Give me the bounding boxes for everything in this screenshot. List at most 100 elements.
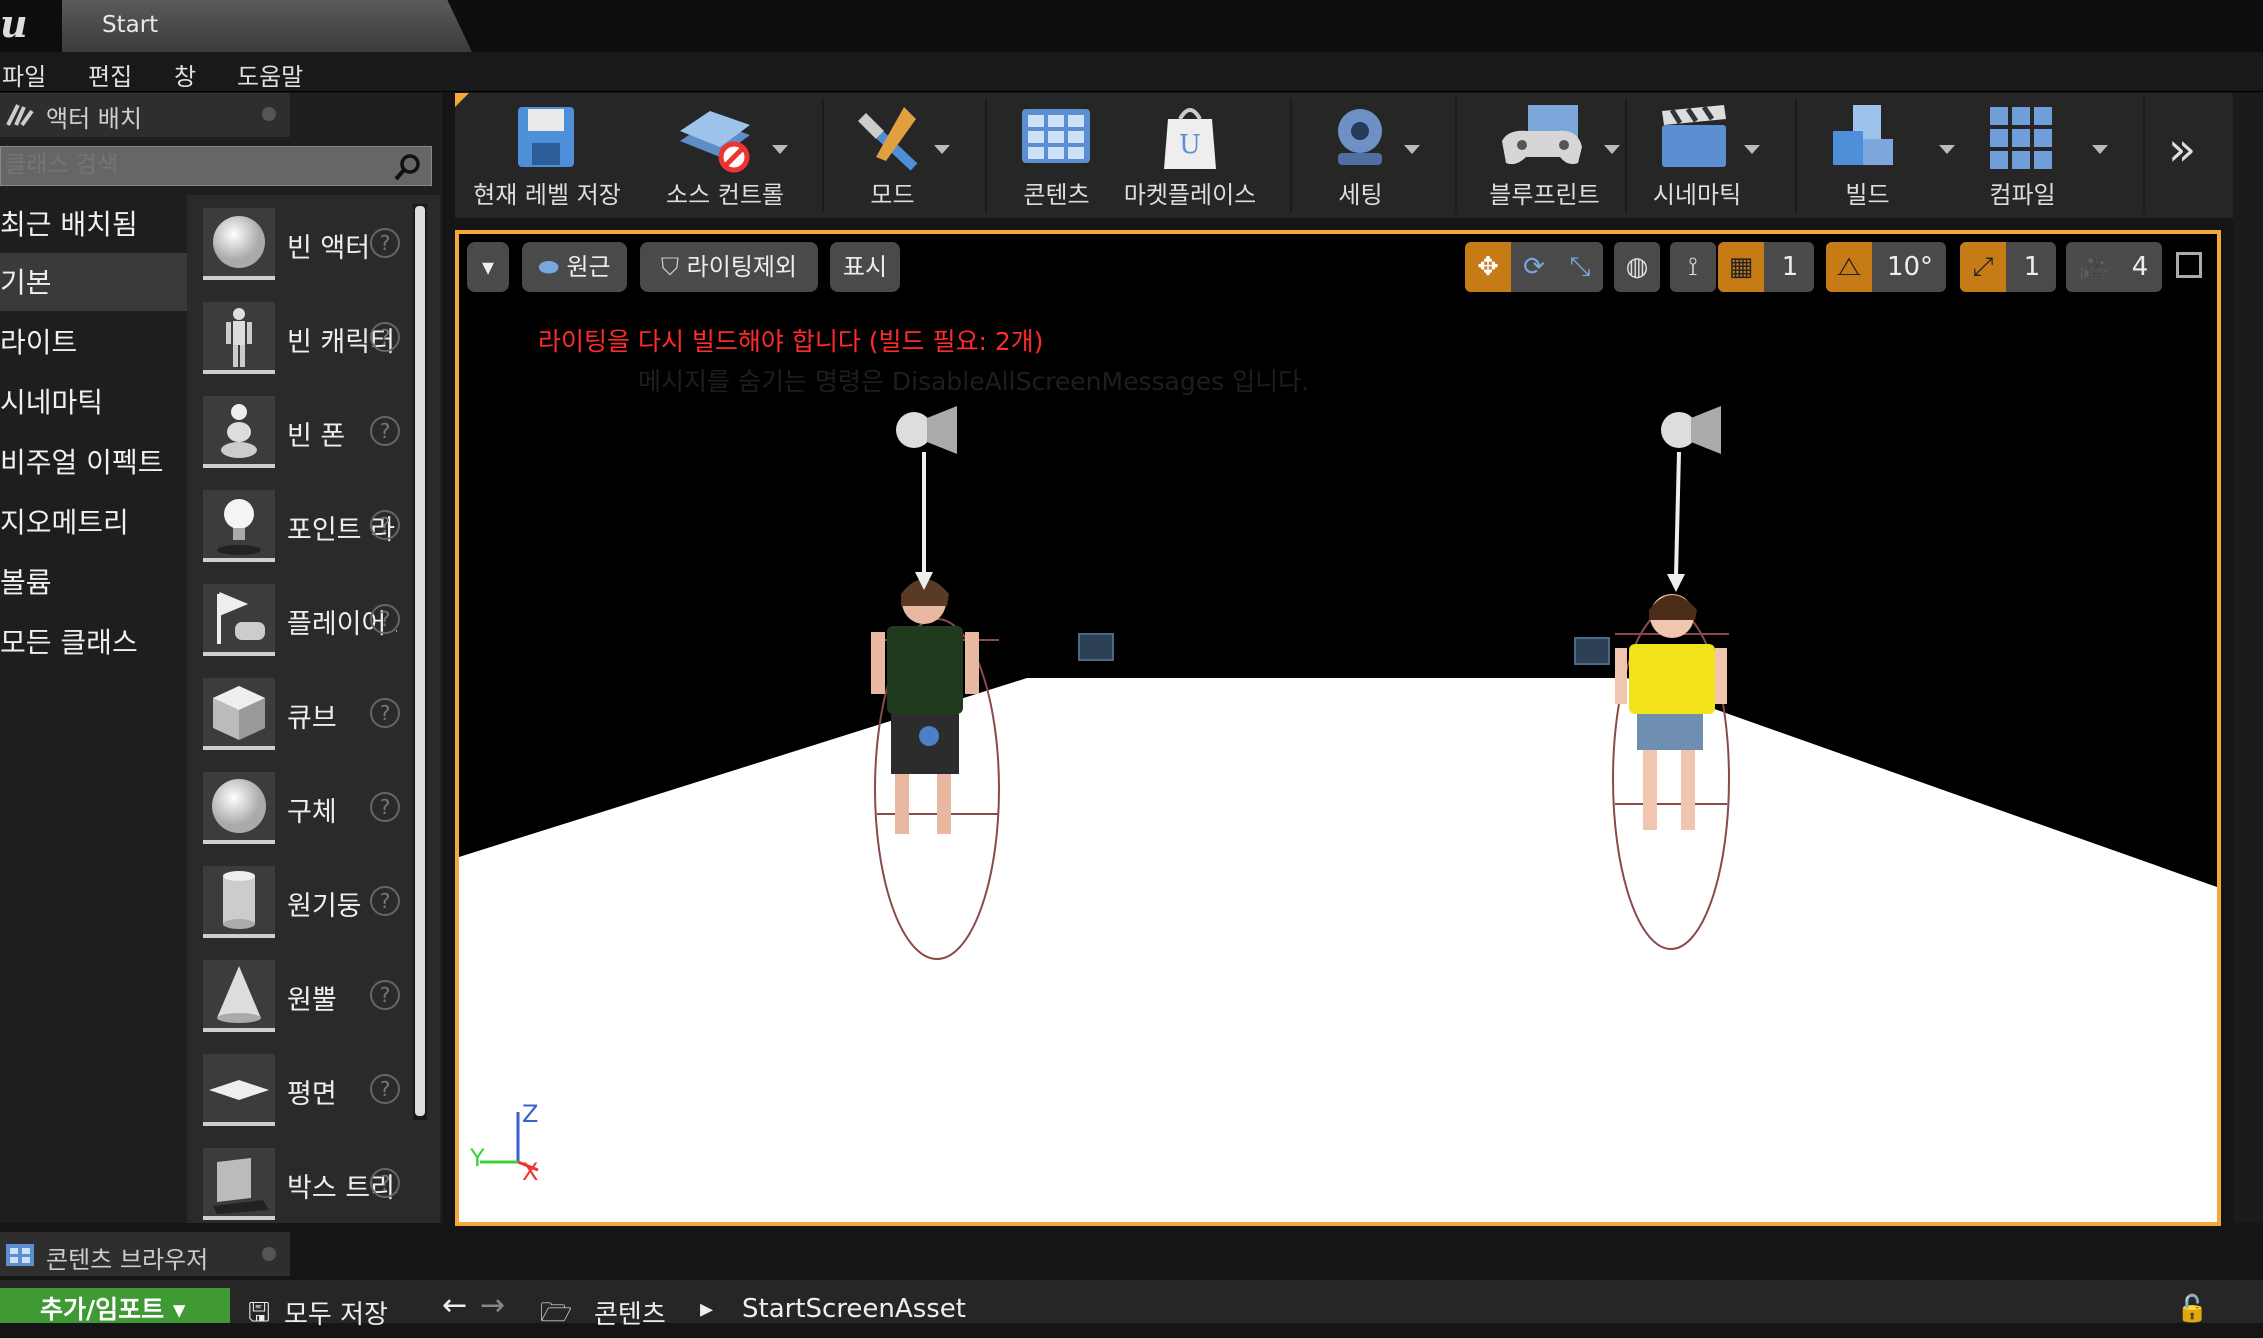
actor-item-empty-pawn[interactable]: 빈 폰 ? bbox=[203, 396, 433, 474]
chevron-down-icon[interactable] bbox=[1744, 145, 1760, 154]
lock-icon[interactable]: 🔓 bbox=[2176, 1294, 2208, 1324]
help-icon[interactable]: ? bbox=[370, 886, 400, 916]
save-level-button[interactable]: 현재 레벨 저장 bbox=[462, 93, 632, 218]
breadcrumb-content[interactable]: 콘텐츠 bbox=[594, 1294, 666, 1331]
menu-edit[interactable]: 편집 bbox=[88, 57, 132, 92]
chevron-down-icon[interactable] bbox=[772, 145, 788, 154]
chevron-down-icon[interactable] bbox=[2092, 145, 2108, 154]
build-button[interactable]: 빌드 bbox=[1805, 93, 1955, 218]
actor-item-point-light[interactable]: 포인트 라이트 ? bbox=[203, 490, 433, 568]
category-cinematic[interactable]: 시네마틱 bbox=[0, 373, 187, 431]
help-icon[interactable]: ? bbox=[370, 322, 400, 352]
class-search[interactable] bbox=[0, 146, 432, 186]
toolbar-separator bbox=[1455, 98, 1457, 213]
help-icon[interactable]: ? bbox=[370, 510, 400, 540]
unreal-logo-icon[interactable]: u bbox=[0, 2, 34, 46]
place-actors-tab[interactable]: 액터 배치 bbox=[0, 93, 290, 137]
menu-file[interactable]: 파일 bbox=[2, 57, 46, 92]
toolbar-more-button[interactable]: » bbox=[2168, 122, 2196, 176]
category-geometry[interactable]: 지오메트리 bbox=[0, 493, 187, 551]
maximize-viewport-icon[interactable] bbox=[2176, 252, 2202, 278]
save-all-button[interactable]: 모두 저장 bbox=[284, 1294, 388, 1331]
surface-snap-icon[interactable]: ⟟ bbox=[1670, 242, 1716, 292]
blueprint-icon bbox=[1502, 105, 1582, 165]
category-basic[interactable]: 기본 bbox=[0, 253, 187, 311]
help-icon[interactable]: ? bbox=[370, 1074, 400, 1104]
scale-tool-icon[interactable]: ⤡ bbox=[1557, 242, 1603, 292]
scale-snap-icon[interactable]: ⤢ bbox=[1960, 242, 2006, 292]
source-control-button[interactable]: 소스 컨트롤 bbox=[640, 93, 810, 218]
category-volumes[interactable]: 볼륨 bbox=[0, 553, 187, 611]
view-mode-button[interactable]: ⛉ 라이팅제외 bbox=[640, 242, 818, 292]
empty-actor-icon bbox=[203, 208, 275, 280]
settings-button[interactable]: 세팅 bbox=[1298, 93, 1423, 218]
viewport-options-button[interactable]: ▾ bbox=[467, 242, 509, 292]
rotation-snap-value[interactable]: 10° bbox=[1878, 242, 1942, 292]
search-icon[interactable] bbox=[393, 152, 423, 182]
help-icon[interactable]: ? bbox=[370, 604, 400, 634]
place-actors-icon bbox=[6, 104, 34, 127]
camera-actor-icon bbox=[1574, 637, 1610, 665]
help-icon[interactable]: ? bbox=[370, 416, 400, 446]
angle-icon[interactable]: ⧍ bbox=[1826, 242, 1872, 292]
actor-item-cone[interactable]: 원뿔 ? bbox=[203, 960, 433, 1038]
grid-icon[interactable]: ▦ bbox=[1718, 242, 1764, 292]
menu-window[interactable]: 창 bbox=[174, 57, 196, 92]
category-all-classes[interactable]: 모든 클래스 bbox=[0, 613, 187, 671]
help-icon[interactable]: ? bbox=[370, 980, 400, 1010]
translate-tool-icon[interactable]: ✥ bbox=[1465, 242, 1511, 292]
level-tab[interactable]: Start bbox=[62, 0, 472, 52]
help-icon[interactable]: ? bbox=[370, 228, 400, 258]
spot-light-left-icon bbox=[896, 406, 957, 590]
marketplace-button[interactable]: U 마켓플레이스 bbox=[1120, 93, 1260, 218]
category-lights[interactable]: 라이트 bbox=[0, 313, 187, 371]
perspective-button[interactable]: ⬬ 원근 bbox=[522, 242, 627, 292]
rotate-tool-icon[interactable]: ⟳ bbox=[1511, 242, 1557, 292]
content-browser-title: 콘텐츠 브라우저 bbox=[46, 1246, 209, 1274]
class-search-input[interactable] bbox=[1, 147, 381, 183]
toolbar-separator bbox=[1795, 98, 1797, 213]
camera-speed[interactable]: 🎥 4 bbox=[2066, 242, 2162, 292]
show-button[interactable]: 표시 bbox=[830, 242, 900, 292]
scale-snap-value[interactable]: 1 bbox=[2012, 242, 2052, 292]
chevron-down-icon[interactable] bbox=[934, 145, 950, 154]
menu-help[interactable]: 도움말 bbox=[237, 57, 303, 92]
forward-arrow-icon[interactable]: → bbox=[480, 1288, 505, 1323]
cinematics-button[interactable]: 시네마틱 bbox=[1632, 93, 1762, 218]
close-tab-icon[interactable] bbox=[262, 1247, 276, 1261]
help-icon[interactable]: ? bbox=[370, 698, 400, 728]
details-panel-edge bbox=[2233, 93, 2263, 1223]
modes-button[interactable]: 모드 bbox=[830, 93, 955, 218]
blueprints-button[interactable]: 블루프린트 bbox=[1462, 93, 1627, 218]
grid-snap: ▦ 1 bbox=[1718, 242, 1814, 292]
world-space-icon[interactable]: ◍ bbox=[1614, 242, 1660, 292]
close-tab-icon[interactable] bbox=[262, 107, 276, 121]
compile-button[interactable]: 컴파일 bbox=[1960, 93, 2108, 218]
grid-snap-value[interactable]: 1 bbox=[1770, 242, 1810, 292]
actor-item-cylinder[interactable]: 원기둥 ? bbox=[203, 866, 433, 944]
actor-item-sphere[interactable]: 구체 ? bbox=[203, 772, 433, 850]
category-recent[interactable]: 최근 배치됨 bbox=[0, 195, 187, 253]
add-import-button[interactable]: 추가/임포트 ▾ bbox=[0, 1288, 230, 1324]
axis-z-label: Z bbox=[522, 1100, 539, 1128]
actor-item-player-start[interactable]: 플레이어 스타트 ? bbox=[203, 584, 433, 662]
back-arrow-icon[interactable]: ← bbox=[442, 1288, 467, 1323]
chevron-down-icon[interactable] bbox=[1604, 145, 1620, 154]
content-button[interactable]: 콘텐츠 bbox=[994, 93, 1119, 218]
actor-item-plane[interactable]: 평면 ? bbox=[203, 1054, 433, 1132]
actor-item-box-trigger[interactable]: 박스 트리거 ? bbox=[203, 1148, 433, 1226]
content-browser-tab[interactable]: 콘텐츠 브라우저 bbox=[0, 1232, 290, 1276]
modes-icon bbox=[858, 107, 918, 171]
cylinder-icon bbox=[203, 866, 275, 938]
actor-item-empty-actor[interactable]: 빈 액터 ? bbox=[203, 208, 433, 286]
help-icon[interactable]: ? bbox=[370, 1168, 400, 1198]
scrollbar-thumb[interactable] bbox=[415, 206, 425, 1116]
chevron-down-icon[interactable] bbox=[1939, 145, 1955, 154]
actor-item-empty-character[interactable]: 빈 캐릭터 ? bbox=[203, 302, 433, 380]
toolbar-separator bbox=[1290, 98, 1292, 213]
chevron-down-icon[interactable] bbox=[1404, 145, 1420, 154]
category-visual-effects[interactable]: 비주얼 이펙트 bbox=[0, 433, 200, 491]
breadcrumb-startscreenasset[interactable]: StartScreenAsset bbox=[742, 1294, 966, 1324]
help-icon[interactable]: ? bbox=[370, 792, 400, 822]
actor-item-cube[interactable]: 큐브 ? bbox=[203, 678, 433, 756]
